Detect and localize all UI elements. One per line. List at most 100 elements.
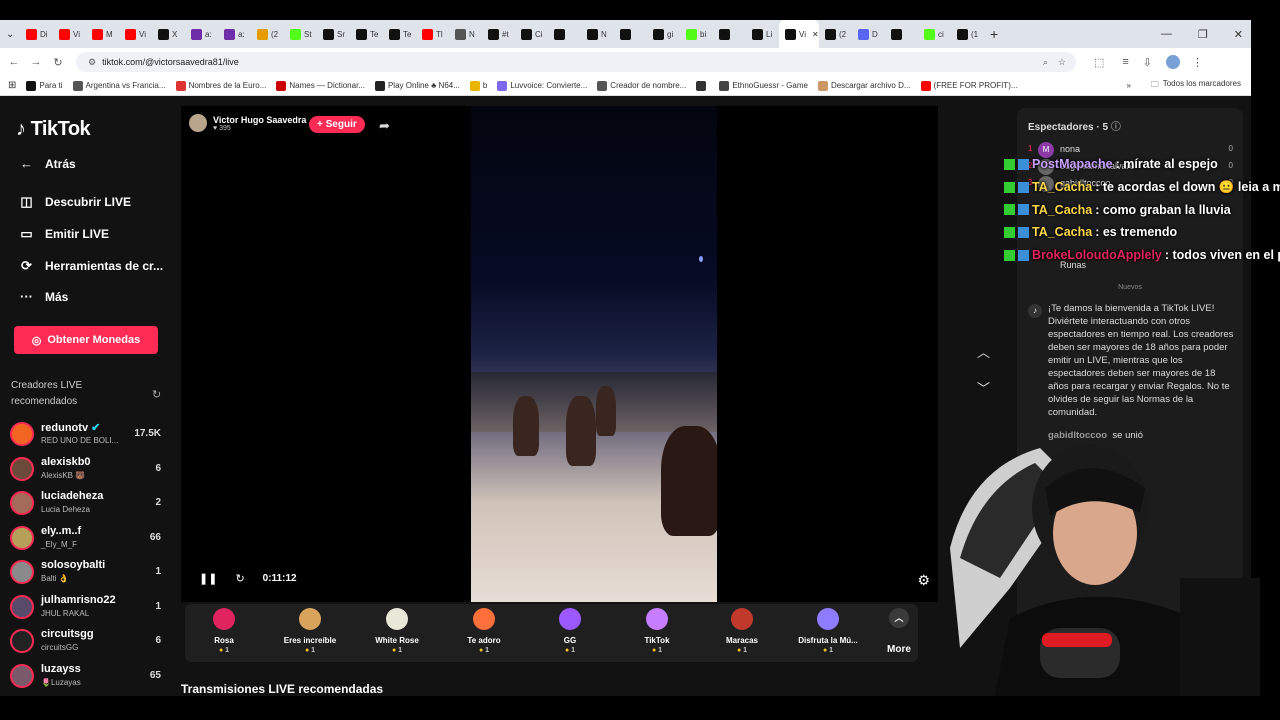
back-icon[interactable]: ← xyxy=(6,56,22,68)
browser-tab[interactable]: ci xyxy=(918,20,951,48)
host-info[interactable]: Victor Hugo Saavedra ♥ 395 xyxy=(189,114,306,132)
browser-tab[interactable]: bi xyxy=(680,20,713,48)
bookmark-item[interactable]: Names — Dictionar... xyxy=(276,80,365,91)
browser-tab[interactable]: Ci xyxy=(515,20,548,48)
browser-tab[interactable]: Vi xyxy=(119,20,152,48)
browser-tab[interactable]: a: xyxy=(185,20,218,48)
tiktok-logo[interactable]: ♪ TikTok xyxy=(16,118,91,141)
replay-icon[interactable]: ↻ xyxy=(235,572,244,585)
sidebar-item-3[interactable]: ▭ Emitir LIVE xyxy=(18,226,109,242)
sidebar-item-5[interactable]: ··· Más xyxy=(18,289,68,304)
browser-tab[interactable] xyxy=(713,20,746,48)
browser-tab[interactable]: Vi ✕ xyxy=(779,20,819,48)
creator-avatar[interactable] xyxy=(10,422,34,446)
browser-tab[interactable]: a: xyxy=(218,20,251,48)
creator-avatar[interactable] xyxy=(10,456,34,481)
browser-tab[interactable]: Te xyxy=(383,20,416,48)
tab-list-button[interactable]: ⌄ xyxy=(0,20,20,48)
bookmark-item[interactable]: Para ti xyxy=(26,80,63,91)
forward-icon[interactable]: → xyxy=(28,56,44,68)
reload-icon[interactable]: ↻ xyxy=(50,56,66,69)
browser-tab[interactable]: Sr xyxy=(317,20,350,48)
bookmark-item[interactable]: Luvvoice: Convierte... xyxy=(497,80,587,91)
browser-menu-icon[interactable]: ⋮ xyxy=(1192,56,1203,69)
share-icon[interactable]: ➦ xyxy=(379,118,390,134)
close-tab-icon[interactable]: ✕ xyxy=(812,30,819,39)
bookmark-item[interactable]: Descargar archivo D... xyxy=(817,80,911,91)
site-info-icon[interactable]: ⚙ xyxy=(88,57,96,67)
gift-item[interactable]: TikTok ● 1 xyxy=(620,608,694,654)
creator-row[interactable]: circuitsgg circuitsGG 6 xyxy=(10,627,165,657)
browser-tab[interactable]: Li xyxy=(746,20,779,48)
downloads-icon[interactable]: ⇩ xyxy=(1143,56,1152,69)
browser-tab[interactable]: St xyxy=(284,20,317,48)
gift-item[interactable]: White Rose ● 1 xyxy=(360,608,434,654)
pause-icon[interactable]: ❚❚ xyxy=(199,572,217,585)
apps-grid-icon[interactable]: ⊞ xyxy=(8,80,16,91)
minimize-icon[interactable]: — xyxy=(1161,28,1172,40)
browser-tab[interactable]: (2 xyxy=(819,20,852,48)
bookmark-item[interactable]: (FREE FOR PROFIT)... xyxy=(920,80,1018,91)
gift-item[interactable]: Te adoro ● 1 xyxy=(447,608,521,654)
gift-item[interactable]: Rosa ● 1 xyxy=(187,608,261,654)
creator-row[interactable]: redunotv ✔ RED UNO DE BOLI... 17.5K xyxy=(10,420,165,450)
browser-tab[interactable]: D xyxy=(852,20,885,48)
bookmark-item[interactable]: Play Online ♣ N64... xyxy=(374,80,460,91)
browser-tab[interactable]: (2 xyxy=(251,20,284,48)
sidebar-item-1[interactable]: ← Atrás xyxy=(18,156,76,171)
creator-row[interactable]: alexiskb0 AlexisKB 🐻 6 xyxy=(10,455,165,485)
browser-tab[interactable] xyxy=(885,20,918,48)
close-window-icon[interactable]: ✕ xyxy=(1234,28,1243,41)
bookmark-star-icon[interactable]: ☆ xyxy=(1058,52,1066,72)
gift-item[interactable]: Eres increíble ● 1 xyxy=(273,608,347,654)
previous-stream-icon[interactable]: ︿ xyxy=(977,342,990,361)
browser-tab[interactable]: N xyxy=(449,20,482,48)
creator-avatar[interactable] xyxy=(10,594,34,619)
host-avatar[interactable] xyxy=(189,114,207,132)
browser-tab[interactable]: X xyxy=(152,20,185,48)
info-icon[interactable]: ⓘ xyxy=(1111,122,1121,133)
new-tab-button[interactable]: + xyxy=(984,20,1017,48)
zoom-icon[interactable]: ⌕ xyxy=(1043,52,1048,72)
sidebar-item-2[interactable]: ◫ Descubrir LIVE xyxy=(18,194,131,210)
creator-avatar[interactable] xyxy=(10,629,34,653)
browser-tab[interactable]: Di xyxy=(20,20,53,48)
bookmark-item[interactable] xyxy=(696,80,709,91)
profile-avatar[interactable] xyxy=(1166,55,1181,69)
browser-tab[interactable]: Tl xyxy=(416,20,449,48)
creator-row[interactable]: solosoybalti Balti 👌 1 xyxy=(10,558,165,588)
browser-tab[interactable]: gi xyxy=(647,20,680,48)
more-gifts-button[interactable]: ︿ More xyxy=(887,608,911,655)
bookmark-item[interactable]: b xyxy=(469,80,487,91)
gift-item[interactable]: Maracas ● 1 xyxy=(705,608,779,654)
viewer-avatar[interactable]: M xyxy=(1038,142,1054,158)
bookmark-item[interactable]: Nombres de la Euro... xyxy=(175,80,266,91)
maximize-icon[interactable]: ❐ xyxy=(1198,28,1208,41)
media-icon[interactable]: ≡ xyxy=(1122,56,1128,68)
creator-row[interactable]: ely..m..f _Ely_M_F 66 xyxy=(10,524,165,554)
browser-tab[interactable] xyxy=(614,20,647,48)
follow-button[interactable]: + Seguir xyxy=(309,116,365,133)
bookmarks-overflow-icon[interactable]: » xyxy=(1127,81,1131,90)
browser-tab[interactable]: M xyxy=(86,20,119,48)
creator-row[interactable]: luzayss 🌷Luzayas 65 xyxy=(10,662,165,692)
gift-item[interactable]: GG ● 1 xyxy=(533,608,607,654)
viewer-row[interactable]: 1 Mnona 0 xyxy=(1028,142,1233,158)
creator-row[interactable]: luciadeheza Lucia Deheza 2 xyxy=(10,489,165,519)
bookmark-item[interactable]: EthnoGuessr - Game xyxy=(719,80,808,91)
browser-tab[interactable]: #t xyxy=(482,20,515,48)
browser-tab[interactable]: (1 xyxy=(951,20,984,48)
live-video[interactable] xyxy=(471,106,717,602)
sidebar-item-4[interactable]: ⟳ Herramientas de cr... xyxy=(18,258,163,274)
creator-avatar[interactable] xyxy=(10,525,34,550)
bookmark-item[interactable]: Creador de nombre... xyxy=(597,80,686,91)
creator-row[interactable]: julhamrisno22 JHUL RAKAL 1 xyxy=(10,593,165,623)
all-bookmarks[interactable]: 🗀 Todos los marcadores xyxy=(1151,79,1241,93)
refresh-icon[interactable]: ↻ xyxy=(152,388,161,401)
gift-item[interactable]: Disfruta la Mú... ● 1 xyxy=(791,608,865,654)
browser-tab[interactable]: Vi xyxy=(53,20,86,48)
next-stream-icon[interactable]: ﹀ xyxy=(977,378,990,397)
url-field[interactable]: ⚙ tiktok.com/@victorsaavedra81/live ⌕ ☆ xyxy=(76,52,1076,72)
browser-tab[interactable] xyxy=(548,20,581,48)
extensions-icon[interactable]: ⬚ xyxy=(1094,56,1104,69)
